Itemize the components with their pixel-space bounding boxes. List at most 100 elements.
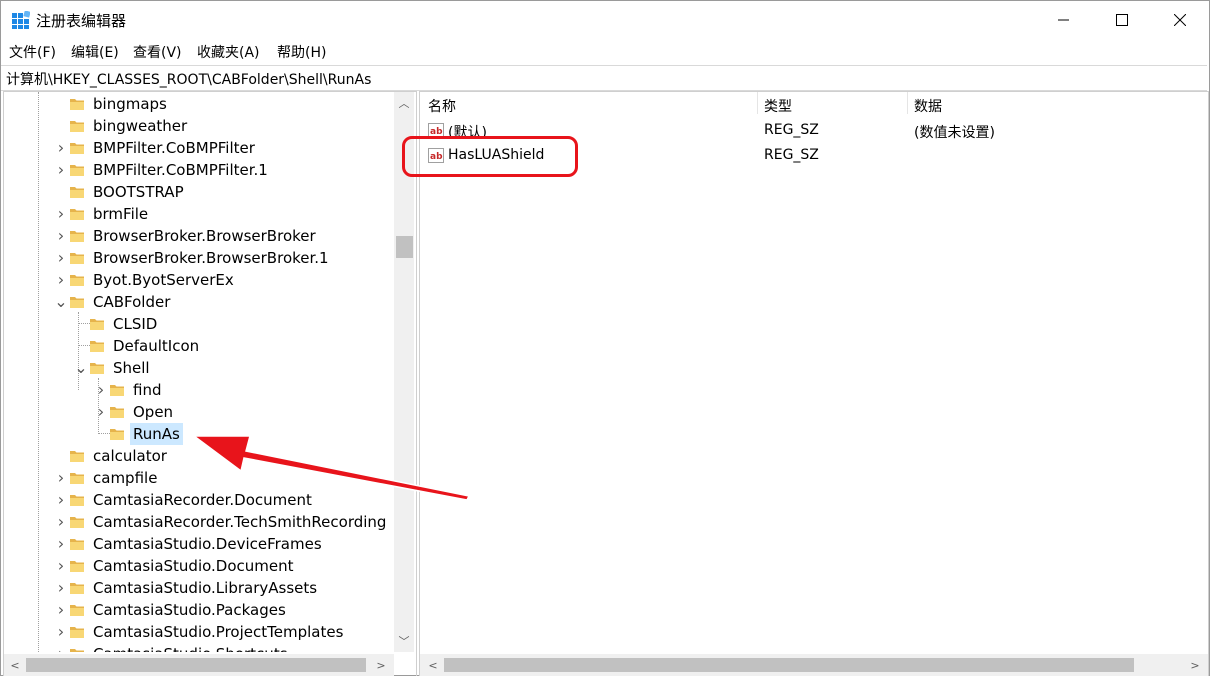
tree-node-label: CamtasiaStudio.Shortcuts [90,643,291,652]
folder-icon [110,385,124,396]
tree-node[interactable]: › CamtasiaStudio.Document [54,555,394,577]
menu-help[interactable]: 帮助(H) [277,42,326,62]
folder-icon [70,121,84,132]
folder-icon [70,451,84,462]
scroll-left-icon[interactable]: < [424,656,442,674]
scroll-thumb[interactable] [26,658,366,672]
tree-node-label: CamtasiaStudio.LibraryAssets [93,579,318,597]
title-bar: 注册表编辑器 [1,1,1209,39]
tree-node-label: calculator [93,447,167,465]
tree-node[interactable]: › CamtasiaStudio.Shortcuts [54,643,394,652]
folder-icon [70,143,84,154]
tree-node[interactable]: BOOTSTRAP [54,181,394,203]
value-type: REG_SZ [764,147,819,163]
tree-node-label: DefaultIcon [113,337,200,355]
tree-node[interactable]: › CamtasiaRecorder.TechSmithRecording [54,511,394,533]
tree-node[interactable]: › CamtasiaStudio.DeviceFrames [54,533,394,555]
tree-node[interactable]: ⌄ CABFolder [54,291,394,313]
address-bar[interactable]: 计算机\HKEY_CLASSES_ROOT\CABFolder\Shell\Ru… [1,65,1207,91]
chevron-right-icon[interactable]: › [54,511,68,533]
tree-horizontal-scrollbar[interactable]: < > [4,654,394,676]
maximize-button[interactable] [1093,1,1151,39]
tree-node-label: CamtasiaStudio.Packages [93,601,286,619]
folder-icon [70,231,84,242]
scroll-up-icon[interactable]: ︿ [395,94,413,112]
highlight-box [402,136,578,177]
scroll-down-icon[interactable]: ﹀ [395,632,413,650]
tree-node-label: CamtasiaStudio.ProjectTemplates [93,623,344,641]
window-title: 注册表编辑器 [36,12,127,30]
tree-node[interactable]: bingmaps [54,93,394,115]
tree-node[interactable]: › CamtasiaStudio.ProjectTemplates [54,621,394,643]
scroll-left-icon[interactable]: < [6,656,24,674]
chevron-right-icon[interactable]: › [54,247,68,269]
chevron-right-icon[interactable]: › [54,489,68,511]
column-header-data[interactable]: 数据 [914,96,942,116]
annotation-arrow-icon [191,435,471,501]
maximize-icon [1116,14,1128,26]
folder-icon [110,429,124,440]
folder-icon [110,407,124,418]
chevron-right-icon[interactable]: › [54,555,68,577]
chevron-right-icon[interactable]: › [54,599,68,621]
column-header-type[interactable]: 类型 [764,96,792,116]
chevron-right-icon[interactable]: › [54,203,68,225]
chevron-right-icon[interactable]: › [54,269,68,291]
tree-node[interactable]: › CamtasiaStudio.Packages [54,599,394,621]
minimize-button[interactable] [1035,1,1093,39]
tree-node[interactable]: › BrowserBroker.BrowserBroker [54,225,394,247]
tree-node[interactable]: › BMPFilter.CoBMPFilter [54,137,394,159]
menu-bar: 文件(F) 编辑(E) 查看(V) 收藏夹(A) 帮助(H) [1,41,1209,63]
tree-node[interactable]: › Byot.ByotServerEx [54,269,394,291]
chevron-right-icon[interactable]: › [54,159,68,181]
chevron-right-icon[interactable]: › [54,137,68,159]
chevron-down-icon[interactable]: ⌄ [74,357,88,379]
tree-node-label: CamtasiaStudio.Document [93,557,294,575]
tree-node-label: BMPFilter.CoBMPFilter.1 [93,161,268,179]
chevron-right-icon[interactable]: › [54,577,68,599]
chevron-down-icon[interactable]: ⌄ [54,291,68,313]
tree-node[interactable]: › BrowserBroker.BrowserBroker.1 [54,247,394,269]
menu-edit[interactable]: 编辑(E) [71,42,119,62]
chevron-right-icon[interactable]: › [54,533,68,555]
chevron-right-icon[interactable]: › [94,401,108,423]
folder-icon [70,517,84,528]
tree-node[interactable]: ⌄ Shell [74,357,394,379]
tree-node[interactable]: DefaultIcon [74,335,394,357]
chevron-right-icon[interactable]: › [94,379,108,401]
tree-node[interactable]: › BMPFilter.CoBMPFilter.1 [54,159,394,181]
scroll-thumb[interactable] [444,658,1134,672]
scroll-right-icon[interactable]: > [372,656,390,674]
tree-node-label: brmFile [93,205,149,223]
menu-view[interactable]: 查看(V) [133,42,182,62]
folder-icon [70,605,84,616]
tree-node[interactable]: CLSID [74,313,394,335]
tree-node-label: bingweather [93,117,188,135]
regedit-icon [12,11,30,29]
column-separator[interactable] [907,92,908,114]
chevron-right-icon[interactable]: › [54,621,68,643]
values-horizontal-scrollbar[interactable]: < > [420,654,1208,676]
close-button[interactable] [1151,1,1209,39]
scroll-right-icon[interactable]: > [1186,656,1204,674]
tree-node-label: Byot.ByotServerEx [93,271,234,289]
address-path[interactable]: 计算机\HKEY_CLASSES_ROOT\CABFolder\Shell\Ru… [6,69,371,89]
column-separator[interactable] [757,92,758,114]
menu-file[interactable]: 文件(F) [9,42,56,62]
tree-node[interactable]: › find [94,379,394,401]
chevron-right-icon[interactable]: › [54,467,68,489]
tree-node[interactable]: › brmFile [54,203,394,225]
menu-favorites[interactable]: 收藏夹(A) [197,42,260,62]
chevron-right-icon[interactable]: › [54,643,68,652]
tree-node[interactable]: › CamtasiaStudio.LibraryAssets [54,577,394,599]
column-header-name[interactable]: 名称 [428,96,456,116]
tree-node-label: BMPFilter.CoBMPFilter [93,139,255,157]
folder-icon [70,165,84,176]
key-tree: bingmaps bingweather › BMPFilter.CoBMPFilte… [4,92,394,652]
scroll-thumb[interactable] [396,236,413,258]
chevron-right-icon[interactable]: › [54,225,68,247]
tree-node[interactable]: bingweather [54,115,394,137]
minimize-icon [1058,19,1069,21]
